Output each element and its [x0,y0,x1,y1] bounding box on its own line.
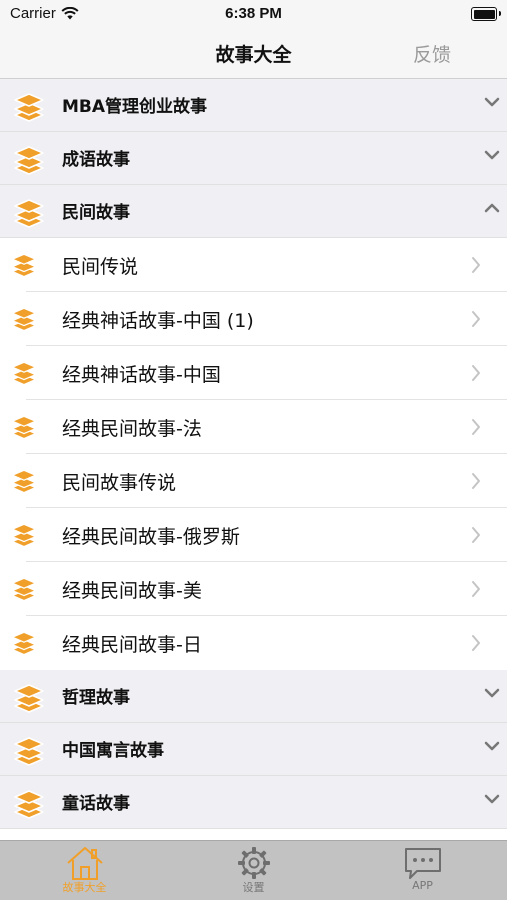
list-item-label: 经典民间故事-俄罗斯 [62,526,240,548]
tab-label: 故事大全 [62,881,107,894]
section-title: MBA管理创业故事 [62,97,208,117]
chevron-down-icon [484,794,500,804]
chevron-down-icon [484,97,500,107]
layers-icon [14,199,44,228]
layers-icon [11,415,37,440]
tab-label: APP [412,879,433,892]
chevron-right-icon [472,365,480,381]
navigation-bar: 故事大全 反馈 [0,28,507,79]
list-item[interactable]: 民间传说 [0,238,507,292]
tab-item[interactable]: 设置 [169,843,338,901]
section-header[interactable]: MBA管理创业故事 [0,79,507,132]
layers-icon [11,631,37,656]
tab-item[interactable]: 故事大全 [0,843,169,901]
chat-bubble-icon [404,848,441,879]
chevron-up-icon [484,203,500,213]
layers-icon [11,577,37,602]
status-bar: Carrier 6:38 PM [0,0,507,28]
chevron-down-icon [484,741,500,751]
status-time: 6:38 PM [225,5,282,22]
section-header[interactable]: 童话故事 [0,776,507,829]
chevron-down-icon [484,150,500,160]
layers-icon [14,684,44,713]
house-icon [66,847,103,880]
list-item-label: 经典民间故事-法 [62,418,202,440]
section-title: 中国寓言故事 [62,741,164,761]
chevron-right-icon [472,635,480,651]
chevron-right-icon [472,419,480,435]
layers-icon [11,253,37,278]
list-item[interactable]: 经典民间故事-法 [0,400,507,454]
section-title: 成语故事 [62,150,130,170]
chevron-right-icon [472,473,480,489]
section-header[interactable]: 哲理故事 [0,670,507,723]
section-title: 民间故事 [62,203,130,223]
list-item-label: 经典民间故事-日 [62,634,202,656]
tab-item[interactable]: APP [338,843,507,901]
chevron-right-icon [472,581,480,597]
list-item[interactable]: 经典神话故事-中国 (1) [0,292,507,346]
section-header[interactable]: 成语故事 [0,132,507,185]
list-item-label: 经典民间故事-美 [62,580,202,602]
layers-icon [11,523,37,548]
chevron-down-icon [484,688,500,698]
list-item-label: 民间故事传说 [62,472,177,494]
layers-icon [11,361,37,386]
tab-bar: 故事大全 设置 APP [0,840,507,900]
chevron-right-icon [472,311,480,327]
list-item[interactable]: 经典神话故事-中国 [0,346,507,400]
battery-icon [471,7,501,21]
layers-icon [14,737,44,766]
layers-icon [14,790,44,819]
section-title: 哲理故事 [62,688,130,708]
layers-icon [14,146,44,175]
feedback-button[interactable]: 反馈 [413,40,451,67]
section-header[interactable]: 中国寓言故事 [0,723,507,776]
list-item[interactable]: 民间故事传说 [0,454,507,508]
tab-label: 设置 [242,881,265,894]
layers-icon [14,93,44,122]
chevron-right-icon [472,257,480,273]
section-header[interactable]: 民间故事 [0,185,507,238]
list-item[interactable]: 经典民间故事-日 [0,616,507,670]
layers-icon [11,307,37,332]
list-item-label: 民间传说 [62,256,139,278]
list-item-label: 经典神话故事-中国 [62,364,221,386]
layers-icon [11,469,37,494]
chevron-right-icon [472,527,480,543]
list-item[interactable]: 经典民间故事-美 [0,562,507,616]
list-item-label: 经典神话故事-中国 (1) [62,310,254,332]
section-title: 童话故事 [62,794,130,814]
story-category-list: MBA管理创业故事 成语故事民间故事民间传说经典神话故事-中国 (1) 经典神话故事… [0,79,507,829]
list-item[interactable]: 经典民间故事-俄罗斯 [0,508,507,562]
gear-icon [237,847,270,879]
